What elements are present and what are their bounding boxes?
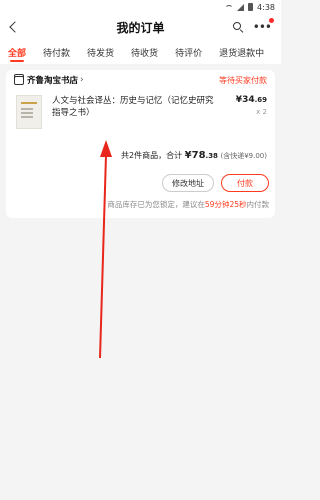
stock-note-suffix: 内付款 — [246, 200, 270, 209]
total-int: 78 — [191, 150, 206, 161]
more-icon[interactable]: ••• — [253, 18, 274, 33]
battery-icon — [248, 3, 254, 11]
order-status: 等待买家付款 — [219, 75, 267, 85]
order-summary: 共2件商品，合计 ¥78.38 (含快递¥9.00) — [121, 150, 267, 161]
product-quantity: x 2 — [256, 108, 267, 116]
total-dec: .38 — [205, 152, 218, 160]
product-thumbnail[interactable] — [16, 95, 42, 129]
summary-total: ¥78.38 — [185, 150, 218, 161]
order-item[interactable]: 人文与社会译丛：历史与记忆（记忆史研究指导之书） ¥34.69 x 2 — [6, 90, 275, 129]
price-dec: .69 — [254, 96, 267, 104]
shipping-fee: (含快递¥9.00) — [220, 152, 267, 160]
tab-all[interactable]: 全部 — [8, 40, 26, 64]
order-tabs: 全部 待付款 待发货 待收货 待评价 退货退款中 — [0, 40, 281, 64]
status-time: 4:38 — [257, 2, 275, 12]
pay-button[interactable]: 付款 — [221, 174, 269, 192]
summary-count: 共2件商品，合计 — [121, 151, 183, 160]
status-bar: 4:38 — [0, 0, 281, 14]
shop-icon — [14, 73, 24, 85]
modify-address-button[interactable]: 修改地址 — [162, 174, 214, 192]
product-title[interactable]: 人文与社会译丛：历史与记忆（记忆史研究指导之书） — [52, 95, 220, 129]
stock-note-prefix: 商品库存已为您锁定，建议在 — [107, 200, 205, 209]
shop-header[interactable]: 齐鲁淘宝书店 › 等待买家付款 — [6, 70, 275, 90]
shop-name[interactable]: 齐鲁淘宝书店 — [27, 74, 78, 86]
tab-pending-review[interactable]: 待评价 — [175, 40, 202, 64]
wifi-icon — [225, 4, 234, 10]
search-icon[interactable] — [232, 22, 243, 32]
tab-refund[interactable]: 退货退款中 — [219, 40, 264, 64]
countdown-time: 59分钟25秒 — [204, 200, 247, 209]
product-price: ¥34.69 — [236, 95, 267, 105]
tab-pending-shipment[interactable]: 待发货 — [87, 40, 114, 64]
stock-lock-note: 商品库存已为您锁定，建议在59分钟25秒内付款 — [6, 199, 269, 210]
chevron-right-icon: › — [80, 75, 84, 85]
order-card[interactable]: 齐鲁淘宝书店 › 等待买家付款 人文与社会译丛：历史与记忆（记忆史研究指导之书）… — [6, 70, 275, 218]
price-int: 34 — [242, 95, 255, 105]
tab-pending-receipt[interactable]: 待收货 — [131, 40, 158, 64]
nav-bar: 我的订单 ••• — [0, 14, 281, 40]
signal-icon — [237, 3, 245, 11]
total-symbol: ¥ — [184, 150, 192, 161]
back-button[interactable] — [0, 14, 24, 40]
notification-dot — [269, 18, 274, 23]
tab-pending-payment[interactable]: 待付款 — [43, 40, 70, 64]
chevron-left-icon — [9, 21, 21, 33]
